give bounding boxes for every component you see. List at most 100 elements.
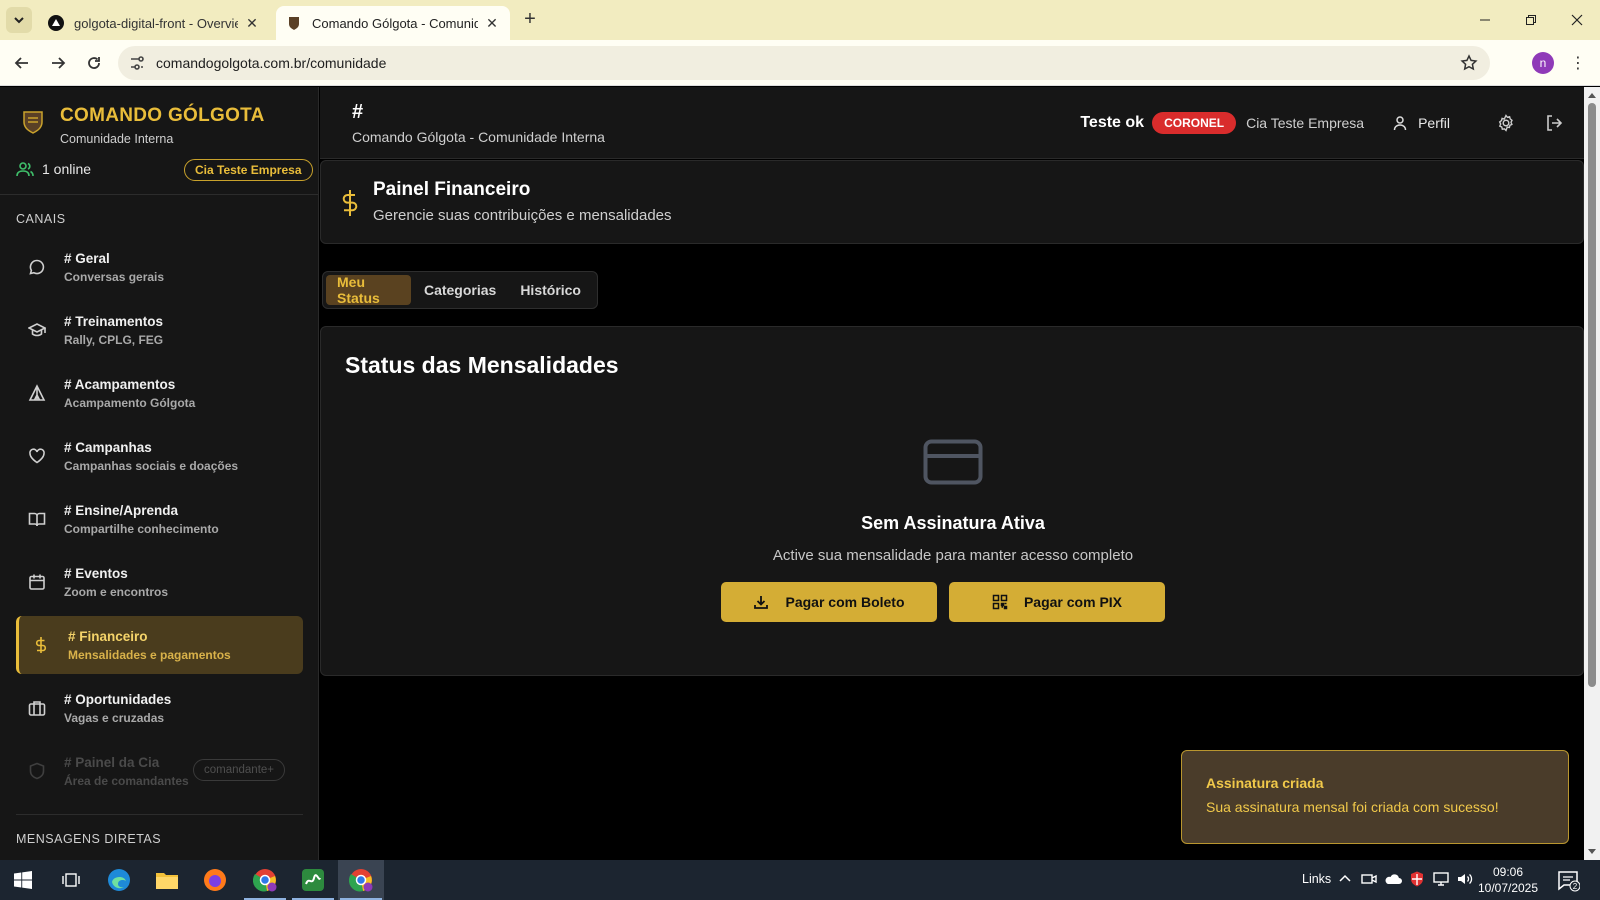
user-icon — [1393, 116, 1407, 131]
channel-name: # Oportunidades — [64, 691, 172, 707]
security-icon[interactable] — [1408, 870, 1426, 888]
onedrive-icon[interactable] — [1384, 870, 1402, 888]
gear-icon[interactable] — [1496, 113, 1516, 133]
channel-desc: Vagas e cruzadas — [64, 710, 165, 725]
task-view-button[interactable] — [48, 860, 94, 900]
pay-pix-label: Pagar com PIX — [1023, 594, 1123, 610]
taskbar-file-explorer[interactable] — [144, 860, 190, 900]
toast-title: Assinatura criada — [1206, 775, 1324, 791]
links-toolbar[interactable]: Links — [1302, 872, 1331, 886]
tab-search-button[interactable] — [6, 7, 32, 33]
scroll-thumb[interactable] — [1588, 103, 1596, 687]
channel-name: # Ensine/Aprenda — [64, 502, 179, 518]
channel-campanhas[interactable]: # Campanhas Campanhas sociais e doações — [16, 427, 303, 485]
channel-ensine-aprenda[interactable]: # Ensine/Aprenda Compartilhe conhecimento — [16, 490, 303, 548]
channel-acampamentos[interactable]: # Acampamentos Acampamento Gólgota — [16, 364, 303, 422]
minimize-button[interactable] — [1462, 0, 1508, 40]
briefcase-icon — [28, 701, 46, 716]
browser-menu-icon[interactable]: ⋮ — [1570, 52, 1586, 74]
address-bar: comandogolgota.com.br/comunidade — [0, 40, 1600, 86]
taskbar-edge[interactable] — [96, 860, 142, 900]
tent-icon — [28, 384, 46, 401]
windows-taskbar: Links 09:06 10/07/2025 2 — [0, 860, 1600, 900]
taskbar-chrome-profile-n[interactable] — [338, 860, 384, 900]
brand-title: COMANDO GÓLGOTA — [60, 105, 265, 126]
clock-time: 09:06 — [1492, 865, 1524, 879]
finance-tabs: Meu Status Categorias Histórico — [322, 271, 598, 309]
chrome-icon — [349, 869, 373, 892]
folder-icon — [156, 873, 178, 889]
tab-title: golgota-digital-front - Overview — [74, 15, 238, 31]
channel-hash: # — [352, 101, 364, 123]
channel-name: # Eventos — [64, 565, 128, 581]
channel-treinamentos[interactable]: # Treinamentos Rally, CPLG, FEG — [16, 301, 303, 359]
channel-desc: Mensalidades e pagamentos — [68, 647, 231, 662]
close-window-button[interactable] — [1554, 0, 1600, 40]
channel-name: # Acampamentos — [64, 376, 176, 392]
channel-oportunidades[interactable]: # Oportunidades Vagas e cruzadas — [16, 679, 303, 737]
taskbar-app-green[interactable] — [290, 860, 336, 900]
reload-button[interactable] — [82, 51, 106, 75]
browser-profile-avatar[interactable]: n — [1532, 52, 1554, 74]
back-button[interactable] — [10, 51, 34, 75]
finance-title: Painel Financeiro — [373, 179, 531, 200]
finance-subtitle: Gerencie suas contribuições e mensalidad… — [373, 207, 672, 224]
scroll-up-arrow-icon[interactable] — [1588, 93, 1596, 98]
channels-label: CANAIS — [16, 212, 66, 226]
url-input[interactable]: comandogolgota.com.br/comunidade — [118, 46, 1490, 80]
main-content: # Comando Gólgota - Comunidade Interna T… — [320, 87, 1584, 860]
logout-icon[interactable] — [1544, 113, 1564, 133]
meet-now-icon[interactable] — [1360, 870, 1378, 888]
shield-favicon-icon — [289, 17, 299, 30]
notification-count: 2 — [1573, 882, 1578, 891]
chevron-up-icon[interactable] — [1336, 870, 1354, 888]
notification-center-icon[interactable]: 2 — [1556, 868, 1580, 892]
browser-tab[interactable]: golgota-digital-front - Overview ✕ — [38, 6, 270, 40]
profile-button[interactable]: Perfil — [1392, 115, 1450, 131]
app: COMANDO GÓLGOTA Comunidade Interna 1 onl… — [0, 87, 1584, 860]
pay-pix-button[interactable]: Pagar com PIX — [949, 582, 1165, 622]
taskbar-chrome-profile-k[interactable] — [242, 860, 288, 900]
channel-eventos[interactable]: # Eventos Zoom e encontros — [16, 553, 303, 611]
tab-meu-status[interactable]: Meu Status — [326, 274, 411, 306]
site-settings-icon[interactable] — [128, 54, 146, 72]
online-count: 1 online — [42, 161, 92, 177]
company-badge: Cia Teste Empresa — [184, 159, 313, 181]
pay-boleto-button[interactable]: Pagar com Boleto — [721, 582, 937, 622]
brand-subtitle: Comunidade Interna — [60, 132, 174, 146]
system-clock[interactable]: 09:06 10/07/2025 — [1476, 864, 1540, 896]
users-icon — [16, 162, 34, 177]
volume-icon[interactable] — [1456, 870, 1474, 888]
network-icon[interactable] — [1432, 870, 1450, 888]
tab-categorias[interactable]: Categorias — [413, 275, 507, 305]
bookmark-star-icon[interactable] — [1460, 54, 1478, 72]
minimize-icon — [1480, 19, 1490, 21]
tab-historico[interactable]: Histórico — [509, 275, 592, 305]
windows-logo-icon — [14, 871, 32, 889]
scroll-down-arrow-icon[interactable] — [1588, 849, 1596, 854]
start-button[interactable] — [0, 860, 46, 900]
dollar-icon — [342, 190, 358, 216]
card-title: Status das Mensalidades — [345, 352, 619, 378]
close-tab-icon[interactable]: ✕ — [244, 15, 260, 31]
chevron-down-icon — [14, 17, 24, 24]
taskbar-firefox[interactable] — [192, 860, 238, 900]
restore-button[interactable] — [1508, 0, 1554, 40]
qr-code-icon — [992, 594, 1008, 610]
role-badge: comandante+ — [193, 759, 286, 781]
chat-bubble-icon — [29, 259, 45, 275]
download-icon — [754, 596, 769, 609]
channel-geral[interactable]: # Geral Conversas gerais — [16, 238, 303, 296]
new-tab-button[interactable]: + — [520, 9, 540, 30]
forward-button[interactable] — [46, 51, 70, 75]
vercel-favicon-icon — [48, 15, 64, 31]
browser-tab-strip: golgota-digital-front - Overview ✕ Coman… — [0, 0, 1600, 40]
page-scrollbar[interactable] — [1584, 87, 1600, 860]
channel-financeiro[interactable]: # Financeiro Mensalidades e pagamentos — [16, 616, 303, 674]
divider — [16, 814, 303, 815]
shield-logo-icon — [23, 111, 43, 134]
browser-tab-active[interactable]: Comando Gólgota - Comunidade ✕ — [276, 6, 510, 40]
close-tab-icon[interactable]: ✕ — [484, 15, 500, 31]
channel-desc: Conversas gerais — [64, 269, 165, 284]
toast-notification[interactable]: Assinatura criada Sua assinatura mensal … — [1181, 750, 1569, 844]
